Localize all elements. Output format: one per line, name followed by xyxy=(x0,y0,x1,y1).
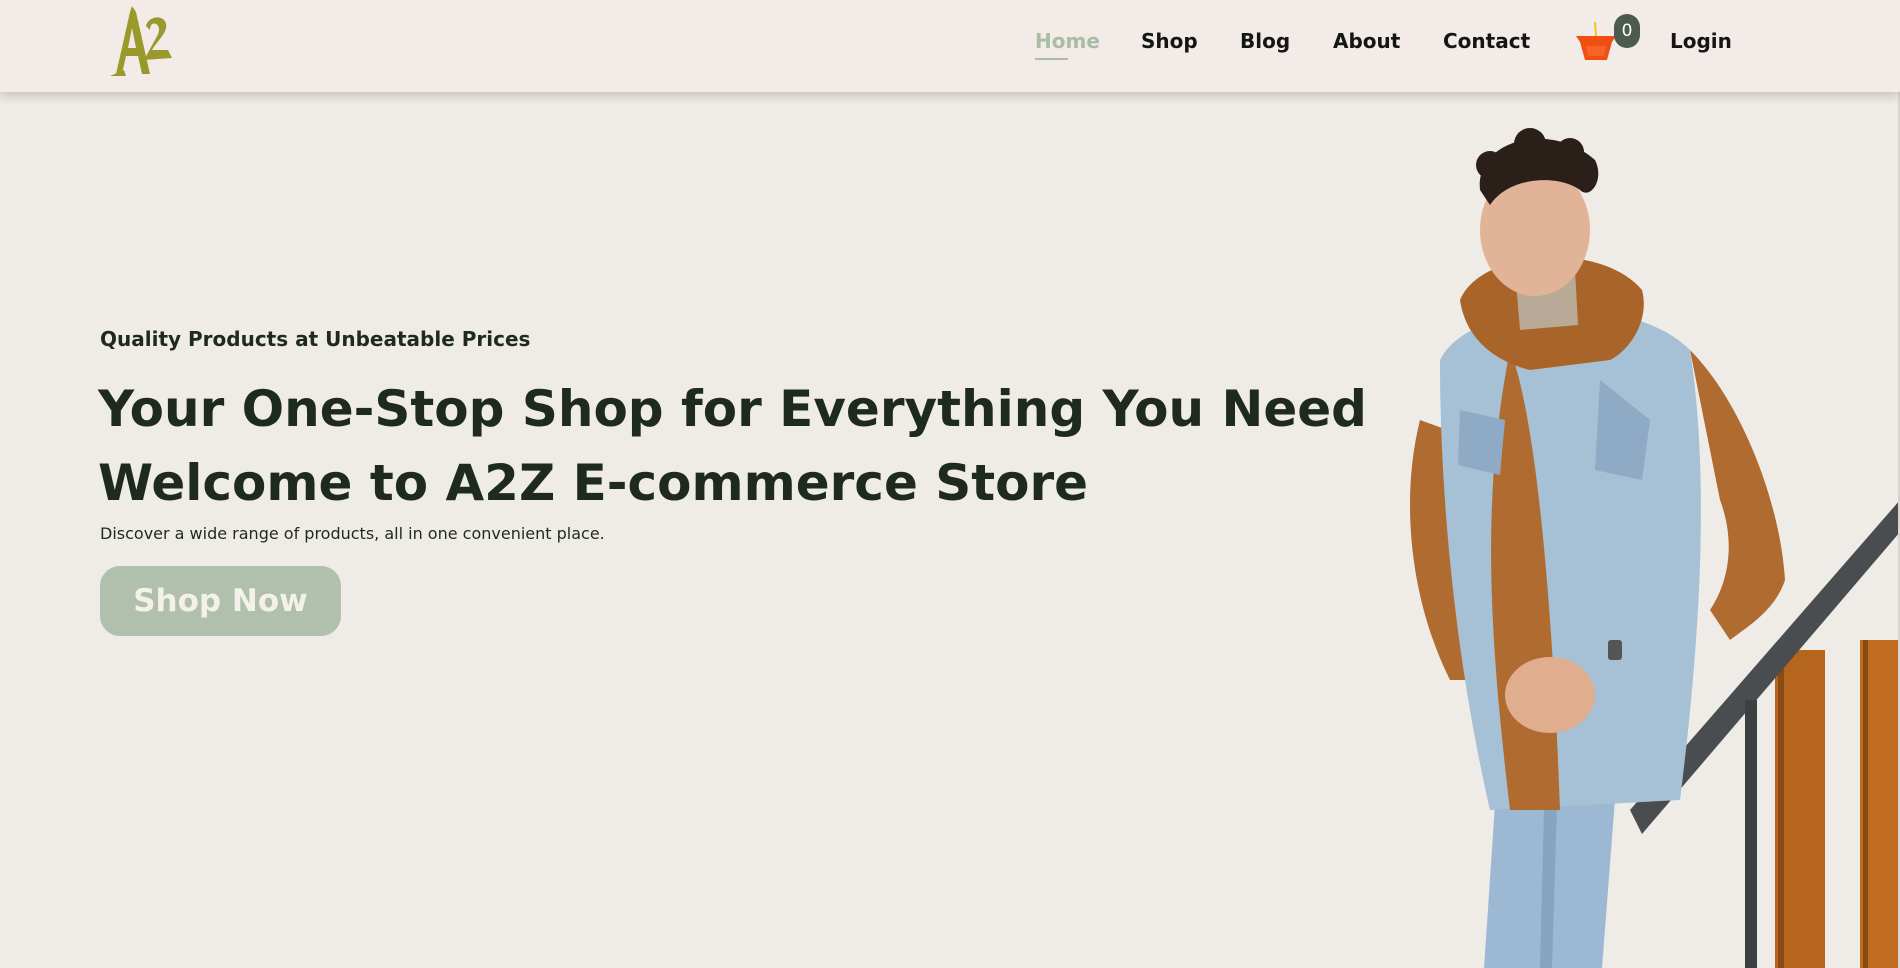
hero-description: Discover a wide range of products, all i… xyxy=(100,524,605,543)
hero-title-line-1: Your One-Stop Shop for Everything You Ne… xyxy=(98,380,1367,438)
cart-button[interactable]: 0 xyxy=(1570,14,1640,64)
site-header: Home Shop Blog About Contact 0 Login xyxy=(0,0,1900,92)
shop-now-button[interactable]: Shop Now xyxy=(100,566,341,636)
shopping-basket-icon xyxy=(1576,22,1616,60)
hero-title-line-2: Welcome to A2Z E-commerce Store xyxy=(98,454,1089,512)
nav-about[interactable]: About xyxy=(1333,29,1400,53)
main-nav: Home Shop Blog About Contact 0 Login xyxy=(0,0,1900,92)
hero-model-image xyxy=(1380,120,1900,968)
nav-home[interactable]: Home xyxy=(1035,29,1100,53)
nav-blog[interactable]: Blog xyxy=(1240,29,1290,53)
model-photo-illustration xyxy=(1410,128,1900,968)
active-nav-underline xyxy=(1035,58,1068,60)
nav-shop[interactable]: Shop xyxy=(1141,29,1198,53)
nav-contact[interactable]: Contact xyxy=(1443,29,1530,53)
hero-kicker: Quality Products at Unbeatable Prices xyxy=(100,327,531,351)
login-link[interactable]: Login xyxy=(1670,29,1732,53)
cart-count-badge: 0 xyxy=(1614,14,1640,48)
hero-title: Your One-Stop Shop for Everything You Ne… xyxy=(98,372,1367,520)
